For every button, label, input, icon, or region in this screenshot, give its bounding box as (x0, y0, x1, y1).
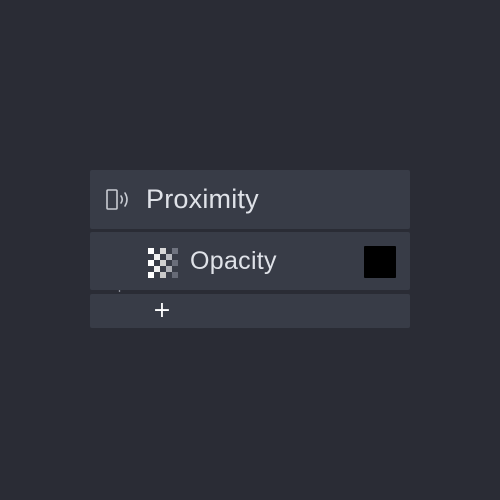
proximity-icon (106, 189, 128, 210)
add-button[interactable]: + (152, 298, 172, 323)
opacity-item-row[interactable]: Opacity (90, 232, 410, 290)
canvas-background: Proximity Opacity + (0, 0, 500, 500)
plus-icon: + (152, 298, 172, 323)
checkerboard-opacity-icon (148, 248, 178, 278)
proximity-label: Proximity (146, 184, 259, 214)
add-item-row: + (90, 294, 410, 328)
opacity-color-swatch[interactable] (364, 246, 396, 278)
proximity-header-row[interactable]: Proximity (90, 170, 410, 229)
opacity-label: Opacity (190, 247, 277, 275)
